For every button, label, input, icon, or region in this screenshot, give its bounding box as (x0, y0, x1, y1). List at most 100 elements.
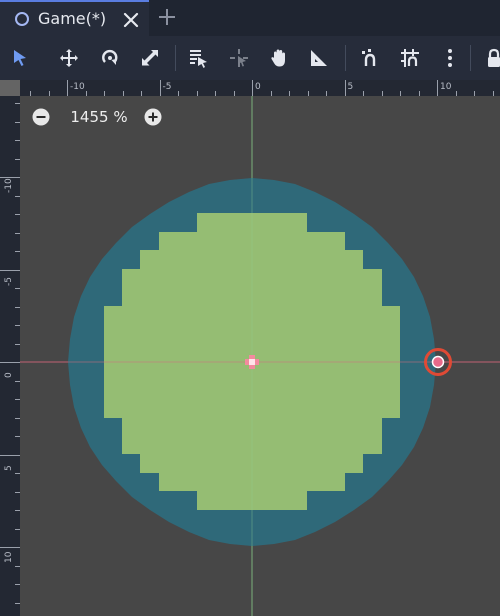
ruler-tick (15, 306, 20, 308)
scene-tab-title: Game(*) (38, 9, 107, 28)
ruler-label: 10 (4, 551, 14, 563)
grid-snap-icon (401, 49, 419, 67)
ruler-tick (381, 91, 383, 96)
pan-tool-button[interactable] (265, 44, 293, 72)
zoom-widget: 1455 % (30, 106, 170, 128)
toolbar-separator (175, 45, 176, 71)
horizontal-ruler[interactable]: -10 -5 0 5 10 (0, 80, 500, 96)
select-tool-icon (14, 50, 26, 66)
add-tab-icon[interactable] (156, 6, 178, 28)
ruler-tick (15, 343, 20, 345)
ruler-tick (455, 91, 457, 96)
ruler-tick (0, 454, 20, 456)
ruler-tool-icon (311, 50, 327, 66)
scene-tab-bar: Game(*) (0, 0, 500, 36)
editor-toolbar (0, 36, 500, 80)
zoom-out-button[interactable] (32, 108, 50, 126)
ruler-tick (159, 80, 161, 96)
scale-tool-icon (142, 50, 158, 66)
ruler-tick (67, 80, 68, 96)
move-tool-button[interactable] (55, 44, 83, 72)
ruler-tick (363, 91, 364, 96)
ruler-tick (474, 91, 475, 96)
grid-snap-button[interactable] (396, 44, 424, 72)
pivot-tool-button[interactable] (225, 44, 253, 72)
ruler-tick (196, 91, 198, 96)
more-options-button[interactable] (436, 44, 464, 72)
ruler-tick (15, 232, 20, 234)
ruler-label: 0 (255, 82, 261, 92)
ruler-tick (270, 91, 272, 96)
ruler-label: 0 (4, 372, 14, 378)
pivot-tool-icon (230, 49, 248, 67)
ruler-tick (289, 91, 290, 96)
scene-node-icon (15, 12, 29, 26)
ruler-tick (15, 436, 20, 437)
lock-button[interactable] (480, 44, 500, 72)
ruler-tick (15, 473, 20, 474)
ruler-tick (400, 91, 401, 96)
ruler-tick (15, 288, 20, 289)
ruler-tick (307, 91, 309, 96)
scene-tab-game[interactable]: Game(*) (0, 0, 149, 36)
ruler-label: -10 (4, 178, 14, 193)
ruler-tick (492, 91, 494, 96)
ruler-label: -10 (70, 82, 85, 92)
ruler-tick (15, 565, 20, 567)
ruler-corner (0, 80, 20, 96)
zoom-level-label[interactable]: 1455 % (68, 107, 130, 127)
ruler-tool-button[interactable] (305, 44, 333, 72)
canvas-viewport[interactable] (20, 96, 500, 616)
list-select-button[interactable] (184, 44, 212, 72)
ruler-tick (15, 103, 20, 104)
ruler-tick (15, 491, 20, 493)
ruler-tick (15, 399, 20, 400)
ruler-tick (15, 214, 20, 215)
ruler-tick (15, 251, 20, 252)
ruler-tick (0, 269, 20, 271)
ruler-tick (15, 510, 20, 511)
scene-canvas (20, 96, 500, 616)
pan-tool-icon (271, 49, 285, 67)
ruler-tick (48, 91, 50, 96)
ruler-tick (141, 91, 142, 96)
close-icon[interactable] (121, 10, 141, 30)
lock-icon (488, 48, 500, 67)
ruler-tick (15, 140, 20, 141)
ruler-tick (122, 91, 124, 96)
ruler-tick (0, 362, 20, 363)
ruler-tick (15, 602, 20, 604)
ruler-tick (15, 158, 20, 160)
ruler-tick (344, 80, 346, 96)
ruler-label: -5 (4, 276, 14, 286)
ruler-label: -5 (162, 82, 172, 92)
ruler-tick (85, 91, 87, 96)
ruler-label: 10 (440, 82, 452, 92)
ruler-tick (15, 380, 20, 382)
ruler-label: 5 (347, 82, 354, 92)
smart-snap-icon (362, 49, 376, 66)
ruler-tick (252, 80, 253, 96)
rotate-tool-icon (102, 49, 118, 65)
smart-snap-button[interactable] (355, 44, 383, 72)
vertical-ruler[interactable]: -10 -5 0 5 10 (0, 80, 20, 616)
more-options-icon (448, 49, 452, 67)
ruler-tick (326, 91, 327, 96)
ruler-label: 5 (4, 464, 14, 471)
ruler-tick (0, 547, 20, 548)
zoom-in-button[interactable] (144, 108, 162, 126)
ruler-tick (15, 121, 20, 123)
ruler-tick (215, 91, 216, 96)
ruler-tick (30, 91, 31, 96)
ruler-tick (233, 91, 235, 96)
toolbar-separator (345, 45, 346, 71)
select-tool-button[interactable] (6, 44, 34, 72)
ruler-tick (15, 584, 20, 585)
ruler-tick (418, 91, 420, 96)
ruler-tick (15, 195, 20, 197)
list-select-icon (190, 50, 207, 68)
scale-tool-button[interactable] (136, 44, 164, 72)
ruler-tick (178, 91, 179, 96)
rotate-tool-button[interactable] (96, 44, 124, 72)
ruler-tick (15, 417, 20, 419)
